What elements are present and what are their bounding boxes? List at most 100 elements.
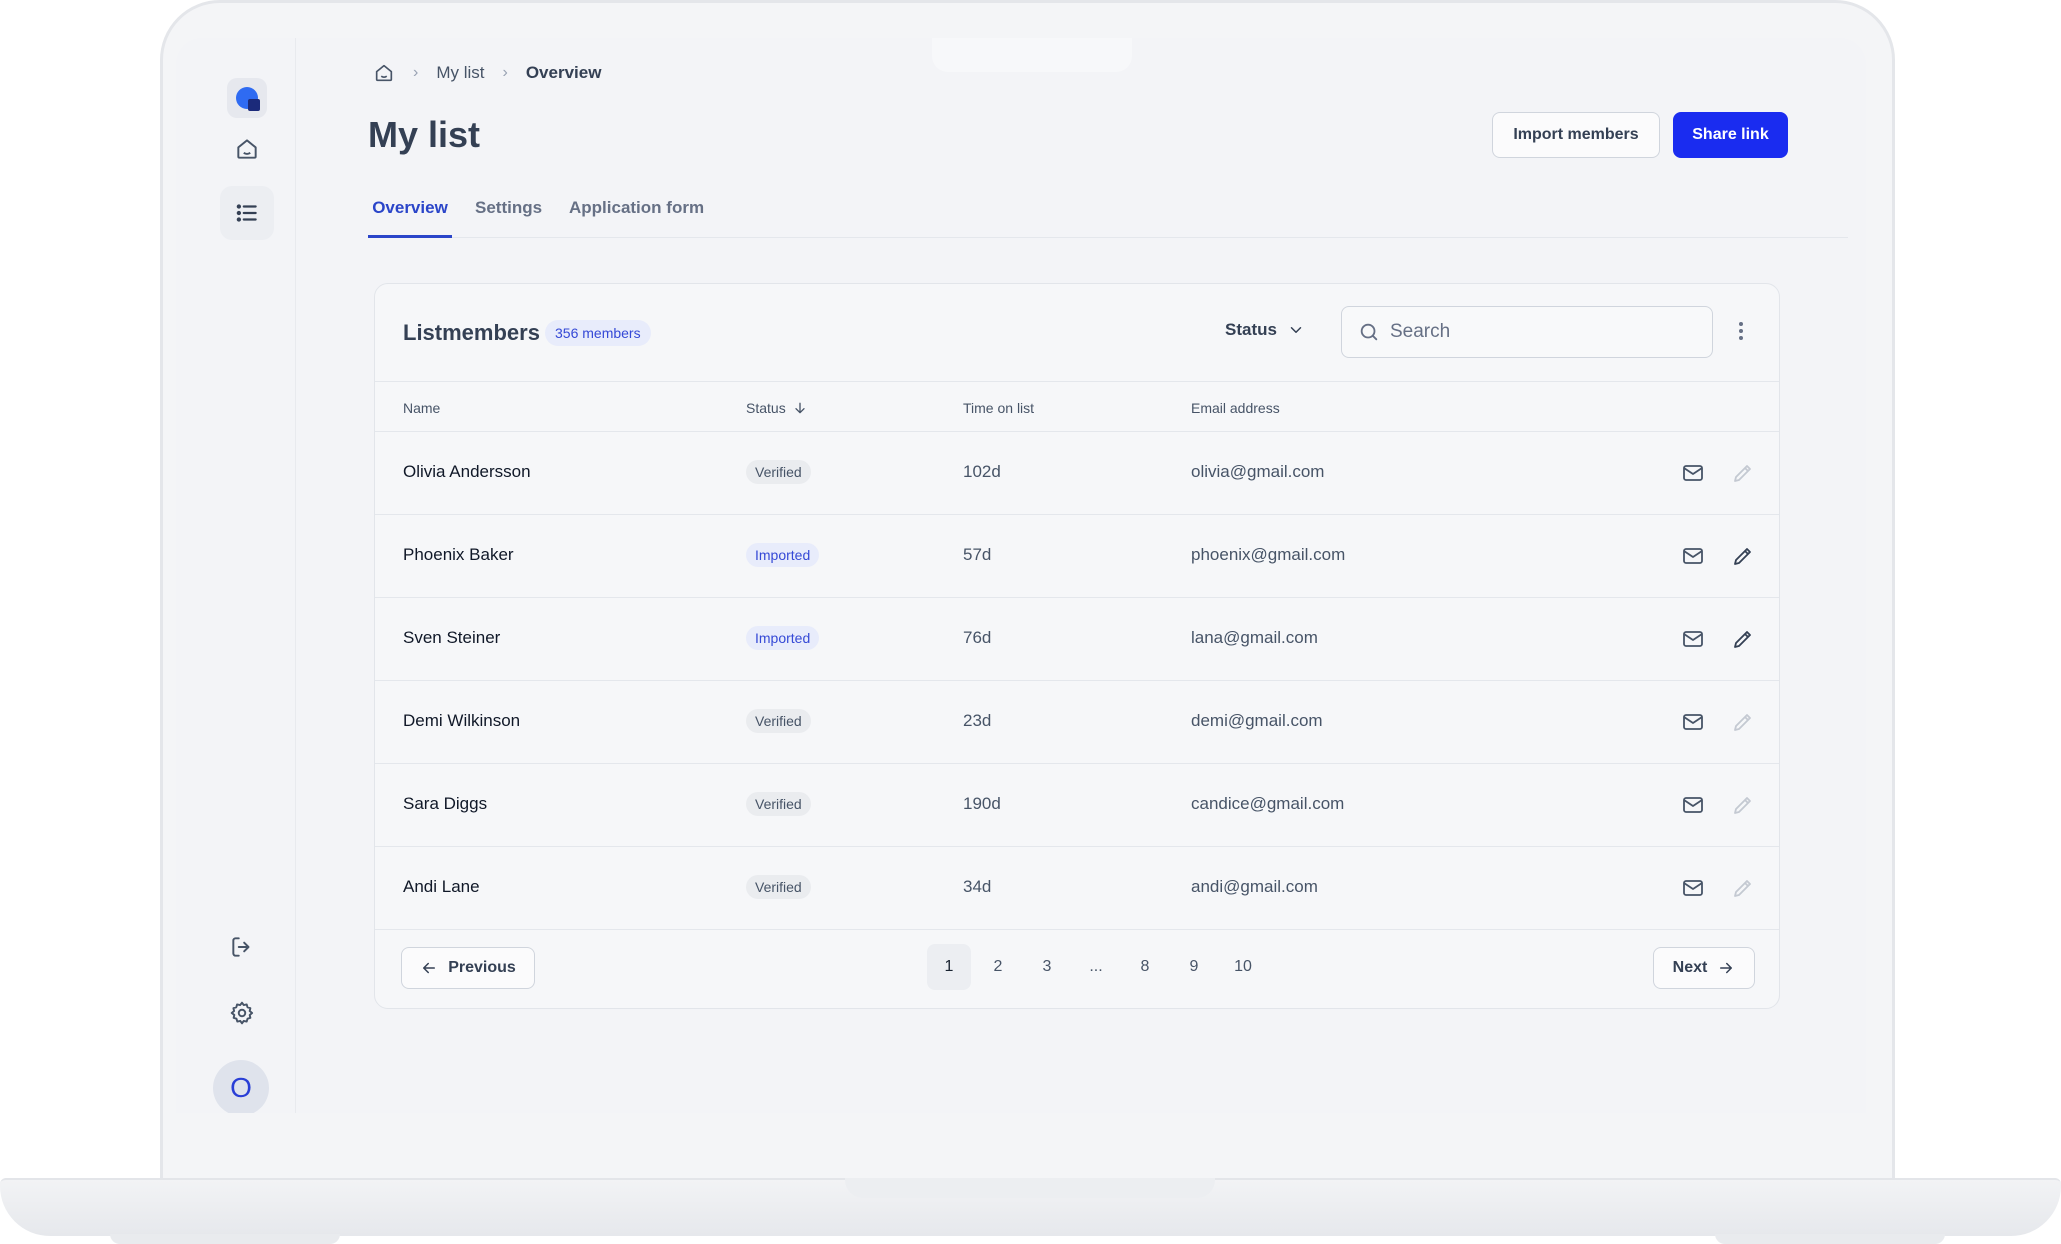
status-badge: Verified <box>746 460 811 484</box>
home-icon[interactable] <box>373 62 395 84</box>
send-email-button[interactable] <box>1679 791 1707 819</box>
page-ellipsis: ... <box>1089 958 1103 975</box>
page-number[interactable]: 9 <box>1172 944 1216 990</box>
chevron-right-icon: › <box>413 64 419 81</box>
import-members-button[interactable]: Import members <box>1492 112 1660 158</box>
camera-notch <box>932 38 1132 72</box>
status-badge: Imported <box>746 543 820 567</box>
sidebar-item-logout[interactable] <box>215 920 269 974</box>
mail-icon <box>1683 465 1703 481</box>
member-name: Sara Diggs <box>403 794 488 813</box>
mail-icon <box>1683 714 1703 730</box>
sidebar-item-home[interactable] <box>220 122 274 176</box>
table-row[interactable]: Sven Steiner Imported 76d lana@gmail.com <box>375 598 1779 681</box>
edit-icon <box>1734 797 1751 814</box>
sidebar: O <box>176 38 296 1113</box>
column-header-email[interactable]: Email address <box>1191 400 1280 416</box>
member-email: demi@gmail.com <box>1191 711 1323 730</box>
time-on-list: 102d <box>963 462 1001 481</box>
edit-member-button[interactable] <box>1729 542 1757 570</box>
member-email: candice@gmail.com <box>1191 794 1345 813</box>
chevron-down-icon <box>1290 327 1302 333</box>
avatar[interactable]: O <box>213 1060 269 1113</box>
column-header-label: Email address <box>1191 400 1280 416</box>
table-row[interactable]: Olivia Andersson Verified 102d olivia@gm… <box>375 432 1779 515</box>
page-number[interactable]: 1 <box>927 944 971 990</box>
table-row[interactable]: Sara Diggs Verified 190d candice@gmail.c… <box>375 764 1779 847</box>
page-number[interactable]: 10 <box>1221 944 1265 990</box>
arrow-right-icon <box>1720 962 1733 974</box>
breadcrumb-current: Overview <box>525 63 602 82</box>
table-header: Name Status Time on list Email address <box>375 382 1779 432</box>
edit-icon <box>1734 465 1751 482</box>
previous-page-button[interactable]: Previous <box>401 947 535 989</box>
mail-icon <box>1683 631 1703 647</box>
page-number[interactable]: 3 <box>1025 944 1069 990</box>
breadcrumb-item[interactable]: My list <box>436 63 484 83</box>
kebab-icon <box>1739 322 1743 340</box>
column-header-status[interactable]: Status <box>746 400 808 416</box>
table-row[interactable]: Demi Wilkinson Verified 23d demi@gmail.c… <box>375 681 1779 764</box>
time-on-list: 57d <box>963 545 992 564</box>
logo-icon[interactable] <box>227 78 267 118</box>
tab-overview[interactable]: Overview <box>368 188 452 238</box>
column-header-label: Name <box>403 400 441 416</box>
status-badge: Imported <box>746 626 820 650</box>
mail-icon <box>1683 797 1703 813</box>
arrow-down-icon <box>795 402 805 414</box>
share-link-button[interactable]: Share link <box>1673 112 1788 158</box>
next-page-button[interactable]: Next <box>1653 947 1755 989</box>
send-email-button[interactable] <box>1679 459 1707 487</box>
send-email-button[interactable] <box>1679 625 1707 653</box>
sidebar-item-lists[interactable] <box>220 186 274 240</box>
member-name: Phoenix Baker <box>403 545 514 564</box>
table-row[interactable]: Andi Lane Verified 34d andi@gmail.com <box>375 847 1779 930</box>
mail-icon <box>1683 548 1703 564</box>
edit-member-button[interactable] <box>1729 625 1757 653</box>
status-filter-dropdown[interactable]: Status <box>1225 320 1305 340</box>
page-number[interactable]: 2 <box>976 944 1020 990</box>
more-options-button[interactable] <box>1731 316 1751 346</box>
card-header: Listmembers 356 members Status <box>375 284 1779 382</box>
time-on-list: 190d <box>963 794 1001 813</box>
send-email-button[interactable] <box>1679 542 1707 570</box>
search-box[interactable] <box>1341 306 1713 358</box>
table-row[interactable]: Phoenix Baker Imported 57d phoenix@gmail… <box>375 515 1779 598</box>
edit-member-button[interactable] <box>1729 791 1757 819</box>
edit-member-button[interactable] <box>1729 459 1757 487</box>
column-header-label: Status <box>746 400 786 416</box>
edit-icon <box>1734 631 1751 648</box>
logout-icon <box>232 937 250 957</box>
time-on-list: 76d <box>963 628 992 647</box>
edit-icon <box>1734 548 1751 565</box>
sidebar-item-settings[interactable] <box>215 986 269 1040</box>
page-title: My list <box>368 114 481 155</box>
next-label: Next <box>1672 959 1708 976</box>
member-name: Sven Steiner <box>403 628 501 647</box>
member-email: lana@gmail.com <box>1191 628 1318 647</box>
card-title: Listmembers <box>403 320 540 345</box>
edit-member-button[interactable] <box>1729 874 1757 902</box>
tab-settings[interactable]: Settings <box>475 188 542 238</box>
send-email-button[interactable] <box>1679 874 1707 902</box>
column-header-name[interactable]: Name <box>403 400 440 416</box>
status-badge: Verified <box>746 792 811 816</box>
previous-label: Previous <box>448 959 516 976</box>
avatar-initial: O <box>230 1072 252 1103</box>
search-input[interactable] <box>1390 321 1690 343</box>
member-name: Andi Lane <box>403 877 480 896</box>
tab-application-form[interactable]: Application form <box>569 188 704 238</box>
time-on-list: 23d <box>963 711 992 730</box>
edit-member-button[interactable] <box>1729 708 1757 736</box>
send-email-button[interactable] <box>1679 708 1707 736</box>
members-card: Listmembers 356 members Status Name Stat… <box>374 283 1780 1009</box>
member-email: phoenix@gmail.com <box>1191 545 1346 564</box>
app-screen: O › My list › Overview My list Import me… <box>176 38 1866 1113</box>
page-number[interactable]: 8 <box>1123 944 1167 990</box>
column-header-time[interactable]: Time on list <box>963 400 1034 416</box>
list-icon <box>236 204 257 222</box>
member-name: Demi Wilkinson <box>403 711 521 730</box>
status-badge: Verified <box>746 875 811 899</box>
breadcrumb: › My list › Overview <box>373 62 601 84</box>
column-header-label: Time on list <box>963 400 1035 416</box>
